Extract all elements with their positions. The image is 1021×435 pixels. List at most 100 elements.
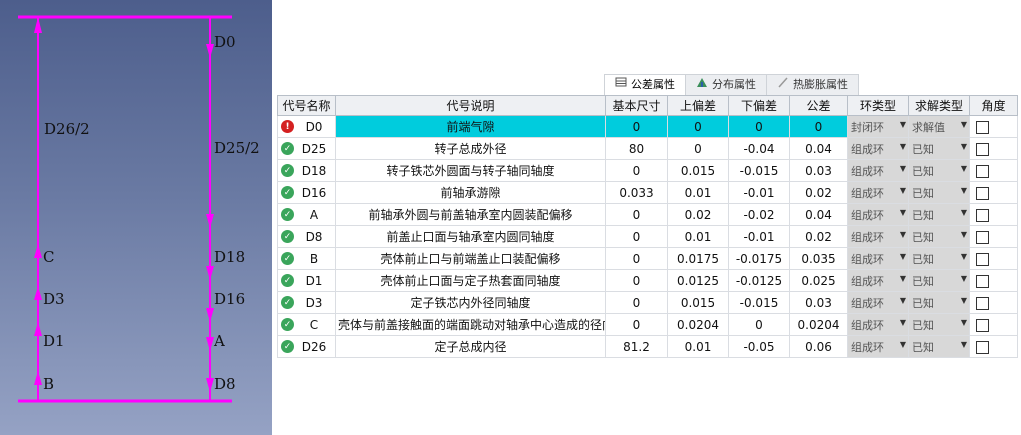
angle-checkbox[interactable] (976, 252, 989, 266)
code-cell[interactable]: ✓ B (277, 247, 336, 270)
ring-dropdown[interactable]: 组成环 ▼ (847, 225, 909, 248)
code-cell[interactable]: ✓ D8 (277, 225, 336, 248)
code-cell[interactable]: ✓ C (277, 313, 336, 336)
column-header[interactable]: 代号说明 (335, 95, 606, 116)
angle-checkbox[interactable] (976, 318, 989, 332)
label-d1[interactable]: D1 (43, 332, 65, 350)
solve-dropdown[interactable]: 已知 ▼ (908, 291, 970, 314)
solve-dropdown[interactable]: 已知 ▼ (908, 181, 970, 204)
code-cell[interactable]: ✓ D1 (277, 269, 336, 292)
ring-dropdown[interactable]: 组成环 ▼ (847, 181, 909, 204)
desc-cell[interactable]: 壳体前止口与前端盖止口装配偏移 (335, 247, 606, 270)
base-cell[interactable]: 0 (605, 159, 668, 182)
tol-cell[interactable]: 0.02 (789, 181, 848, 204)
angle-checkbox[interactable] (976, 186, 989, 200)
tol-cell[interactable]: 0 (789, 115, 848, 138)
upper-cell[interactable]: 0 (667, 137, 729, 160)
angle-checkbox[interactable] (976, 164, 989, 178)
tol-cell[interactable]: 0.04 (789, 203, 848, 226)
tab-2[interactable]: 热膨胀属性 (766, 74, 859, 95)
table-row[interactable]: ✓ D18 转子铁芯外圆面与转子轴同轴度 0 0.015 -0.015 0.03 组成环 ▼ 已知… (277, 159, 1018, 182)
ring-dropdown[interactable]: 组成环 ▼ (847, 159, 909, 182)
base-cell[interactable]: 0 (605, 115, 668, 138)
upper-cell[interactable]: 0.0204 (667, 313, 729, 336)
label-d3[interactable]: D3 (43, 290, 65, 308)
ring-dropdown[interactable]: 组成环 ▼ (847, 313, 909, 336)
upper-cell[interactable]: 0.0125 (667, 269, 729, 292)
ring-dropdown[interactable]: 组成环 ▼ (847, 203, 909, 226)
upper-cell[interactable]: 0.0175 (667, 247, 729, 270)
lower-cell[interactable]: -0.0125 (728, 269, 790, 292)
table-row[interactable]: ✓ D16 前轴承游隙 0.033 0.01 -0.01 0.02 组成环 ▼ 已知 ▼ (277, 181, 1018, 204)
column-header[interactable]: 基本尺寸 (605, 95, 668, 116)
ring-dropdown[interactable]: 组成环 ▼ (847, 137, 909, 160)
desc-cell[interactable]: 壳体与前盖接触面的端面跳动对轴承中心造成的径向偏差 (335, 313, 606, 336)
desc-cell[interactable]: 转子总成外径 (335, 137, 606, 160)
code-cell[interactable]: ! D0 (277, 115, 336, 138)
column-header[interactable]: 代号名称 (277, 95, 336, 116)
upper-cell[interactable]: 0 (667, 115, 729, 138)
desc-cell[interactable]: 前端气隙 (335, 115, 606, 138)
label-d0[interactable]: D0 (214, 33, 236, 51)
label-d8[interactable]: D8 (214, 375, 236, 393)
desc-cell[interactable]: 转子铁芯外圆面与转子轴同轴度 (335, 159, 606, 182)
desc-cell[interactable]: 前盖止口面与轴承室内圆同轴度 (335, 225, 606, 248)
code-cell[interactable]: ✓ D3 (277, 291, 336, 314)
lower-cell[interactable]: -0.01 (728, 181, 790, 204)
upper-cell[interactable]: 0.015 (667, 291, 729, 314)
lower-cell[interactable]: -0.01 (728, 225, 790, 248)
angle-checkbox[interactable] (976, 340, 989, 354)
code-cell[interactable]: ✓ A (277, 203, 336, 226)
base-cell[interactable]: 80 (605, 137, 668, 160)
table-row[interactable]: ! D0 前端气隙 0 0 0 0 封闭环 ▼ 求解值 ▼ (277, 115, 1018, 138)
angle-checkbox[interactable] (976, 120, 989, 134)
tol-cell[interactable]: 0.035 (789, 247, 848, 270)
ring-dropdown[interactable]: 组成环 ▼ (847, 269, 909, 292)
lower-cell[interactable]: 0 (728, 115, 790, 138)
label-d26-half[interactable]: D26/2 (44, 120, 90, 138)
angle-checkbox[interactable] (976, 274, 989, 288)
desc-cell[interactable]: 定子铁芯内外径同轴度 (335, 291, 606, 314)
solve-dropdown[interactable]: 已知 ▼ (908, 137, 970, 160)
base-cell[interactable]: 0 (605, 291, 668, 314)
table-row[interactable]: ✓ A 前轴承外圆与前盖轴承室内圆装配偏移 0 0.02 -0.02 0.04 组成环 ▼ 已知 ▼ (277, 203, 1018, 226)
solve-dropdown[interactable]: 求解值 ▼ (908, 115, 970, 138)
angle-checkbox[interactable] (976, 142, 989, 156)
lower-cell[interactable]: -0.04 (728, 137, 790, 160)
angle-checkbox[interactable] (976, 208, 989, 222)
column-header[interactable]: 公差 (789, 95, 848, 116)
upper-cell[interactable]: 0.015 (667, 159, 729, 182)
desc-cell[interactable]: 前轴承外圆与前盖轴承室内圆装配偏移 (335, 203, 606, 226)
column-header[interactable]: 环类型 (847, 95, 909, 116)
tol-cell[interactable]: 0.02 (789, 225, 848, 248)
tol-cell[interactable]: 0.06 (789, 335, 848, 358)
lower-cell[interactable]: -0.02 (728, 203, 790, 226)
base-cell[interactable]: 0 (605, 225, 668, 248)
solve-dropdown[interactable]: 已知 ▼ (908, 247, 970, 270)
label-d25-half[interactable]: D25/2 (214, 139, 260, 157)
upper-cell[interactable]: 0.02 (667, 203, 729, 226)
base-cell[interactable]: 0.033 (605, 181, 668, 204)
lower-cell[interactable]: -0.05 (728, 335, 790, 358)
lower-cell[interactable]: -0.0175 (728, 247, 790, 270)
upper-cell[interactable]: 0.01 (667, 225, 729, 248)
ring-dropdown[interactable]: 组成环 ▼ (847, 291, 909, 314)
lower-cell[interactable]: -0.015 (728, 291, 790, 314)
tol-cell[interactable]: 0.0204 (789, 313, 848, 336)
solve-dropdown[interactable]: 已知 ▼ (908, 159, 970, 182)
solve-dropdown[interactable]: 已知 ▼ (908, 269, 970, 292)
code-cell[interactable]: ✓ D25 (277, 137, 336, 160)
tab-0[interactable]: 公差属性 (604, 74, 686, 95)
base-cell[interactable]: 0 (605, 313, 668, 336)
code-cell[interactable]: ✓ D16 (277, 181, 336, 204)
table-row[interactable]: ✓ D3 定子铁芯内外径同轴度 0 0.015 -0.015 0.03 组成环 ▼ 已知 ▼ (277, 291, 1018, 314)
solve-dropdown[interactable]: 已知 ▼ (908, 225, 970, 248)
angle-checkbox[interactable] (976, 230, 989, 244)
upper-cell[interactable]: 0.01 (667, 181, 729, 204)
tol-cell[interactable]: 0.03 (789, 159, 848, 182)
column-header[interactable]: 上偏差 (667, 95, 729, 116)
label-c[interactable]: C (43, 248, 54, 266)
lower-cell[interactable]: 0 (728, 313, 790, 336)
lower-cell[interactable]: -0.015 (728, 159, 790, 182)
label-b[interactable]: B (43, 375, 54, 393)
